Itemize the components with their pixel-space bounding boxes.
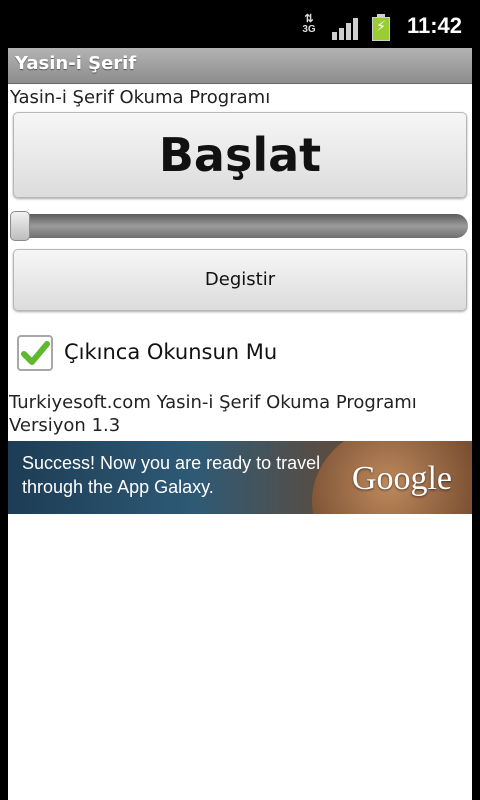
ad-text: Success! Now you are ready to travel thr… [22, 453, 321, 497]
checkmark-icon [21, 341, 50, 365]
app-window: Yasin-i Şerif Yasin-i Şerif Okuma Progra… [8, 48, 472, 800]
version-text: Versiyon 1.3 [9, 415, 121, 436]
ad-banner[interactable]: Success! Now you are ready to travel thr… [8, 441, 472, 514]
google-logo: Google [351, 460, 452, 497]
seekbar-thumb[interactable] [10, 211, 30, 241]
status-bar: ⇅ 3G ⚡ 11:42 [0, 0, 480, 48]
checkbox-label[interactable]: Çıkınca Okunsun Mu [64, 340, 277, 364]
status-time: 11:42 [406, 13, 462, 38]
title-bar: Yasin-i Şerif [8, 48, 472, 84]
change-button-label: Degistir [204, 269, 276, 290]
3g-data-icon: ⇅ 3G [298, 14, 320, 40]
change-button[interactable]: Degistir [13, 249, 467, 311]
signal-strength-icon [332, 18, 358, 40]
progress-seekbar[interactable] [8, 211, 470, 241]
lightning-icon: ⚡ [376, 19, 386, 35]
app-title: Yasin-i Şerif [15, 53, 137, 74]
network-type-label: 3G [302, 24, 316, 35]
start-button-label: Başlat [158, 128, 322, 182]
info-text: Turkiyesoft.com Yasin-i Şerif Okuma Prog… [9, 391, 471, 437]
battery-charging-icon: ⚡ [372, 14, 390, 41]
start-button[interactable]: Başlat [13, 112, 467, 198]
header-text: Yasin-i Şerif Okuma Programı [10, 87, 271, 108]
seekbar-track[interactable] [14, 214, 468, 238]
exit-read-checkbox[interactable] [17, 335, 53, 371]
info-line-1: Turkiyesoft.com Yasin-i Şerif Okuma Prog… [9, 392, 417, 413]
